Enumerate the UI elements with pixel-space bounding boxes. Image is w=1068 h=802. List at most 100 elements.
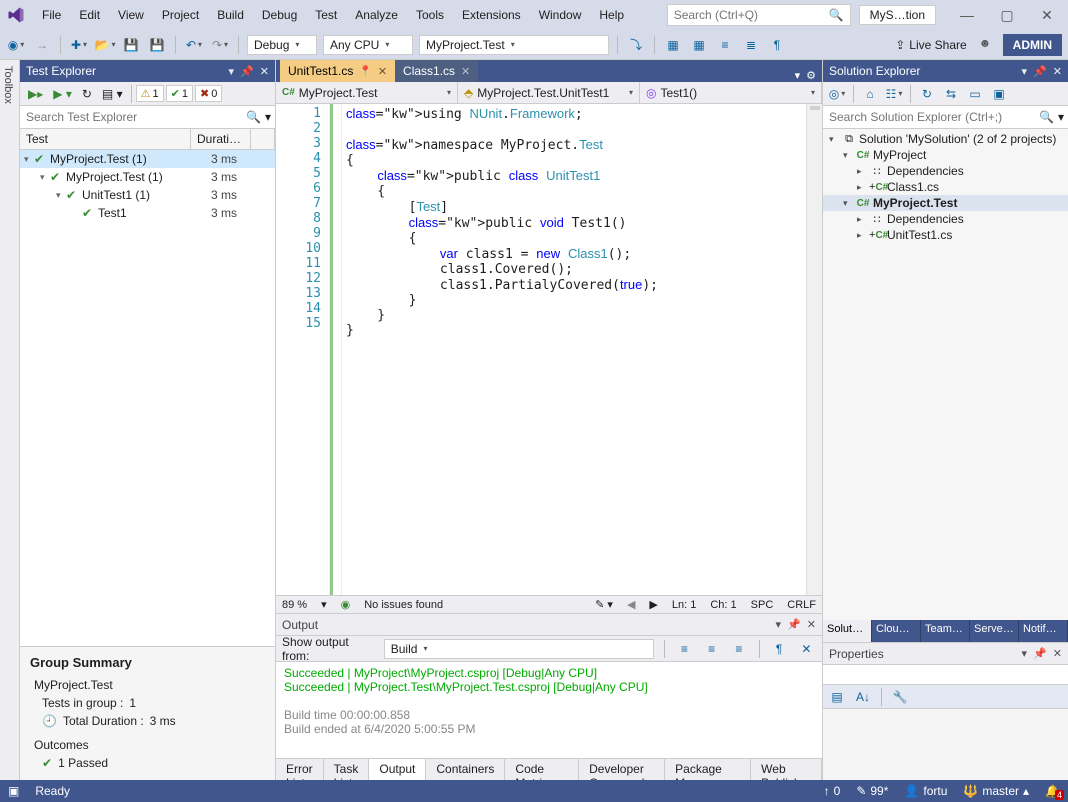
- notifications-button[interactable]: 🔔4: [1045, 784, 1060, 798]
- solution-row[interactable]: ▾C#MyProject: [823, 147, 1068, 163]
- solution-row[interactable]: ▸+C#UnitTest1.cs: [823, 227, 1068, 243]
- menu-build[interactable]: Build: [209, 4, 252, 26]
- out-btn-wrap[interactable]: ¶: [770, 639, 789, 659]
- run-button[interactable]: ▶ ▾: [49, 85, 76, 103]
- se-refresh[interactable]: ↻: [917, 84, 937, 104]
- test-row[interactable]: ✔Test13 ms: [20, 204, 275, 222]
- vertical-scrollbar[interactable]: [806, 104, 822, 595]
- menu-analyze[interactable]: Analyze: [347, 4, 406, 26]
- right-tab[interactable]: Notif…: [1019, 620, 1068, 642]
- right-tab[interactable]: Solut…: [823, 620, 872, 642]
- solution-tree[interactable]: ▾⧉Solution 'MySolution' (2 of 2 projects…: [823, 129, 1068, 620]
- live-share-button[interactable]: ⇪ Live Share: [889, 36, 972, 54]
- dropdown-icon[interactable]: ▾: [1022, 65, 1028, 78]
- upload-count[interactable]: ↑ 0: [824, 784, 841, 798]
- dropdown-icon[interactable]: ▾: [229, 65, 235, 78]
- props-object-combo[interactable]: [823, 665, 1068, 685]
- output-icon[interactable]: ▣: [8, 784, 19, 798]
- se-properties[interactable]: ▣: [989, 84, 1009, 104]
- menu-debug[interactable]: Debug: [254, 4, 305, 26]
- eol-mode[interactable]: CRLF: [787, 599, 816, 611]
- pin-icon[interactable]: 📌: [1033, 647, 1047, 660]
- nav-left-icon[interactable]: ◀: [627, 598, 635, 611]
- output-tab[interactable]: Web Publish Activity: [751, 759, 822, 780]
- solution-name-short[interactable]: MyS…tion: [859, 5, 936, 25]
- out-btn-1[interactable]: ≡: [675, 639, 694, 659]
- pin-icon[interactable]: 📌: [787, 618, 801, 631]
- output-tab[interactable]: Developer Command Pr…: [579, 759, 665, 780]
- output-tab[interactable]: Package Manager Cons…: [665, 759, 751, 780]
- brush-icon[interactable]: ✎ ▾: [595, 598, 613, 611]
- se-search[interactable]: 🔍 ▾: [823, 106, 1068, 129]
- playlist-button[interactable]: ▤ ▾: [98, 85, 127, 103]
- nav-project[interactable]: C#MyProject.Test: [276, 82, 458, 103]
- pass-count[interactable]: ✔1: [166, 85, 193, 102]
- toolitem-3[interactable]: ≡: [715, 35, 735, 55]
- menu-tools[interactable]: Tools: [408, 4, 452, 26]
- se-home-dd[interactable]: ◎: [827, 84, 847, 104]
- wrench-icon[interactable]: 🔧: [890, 687, 910, 707]
- redo-button[interactable]: ↷: [210, 35, 230, 55]
- warn-count[interactable]: ⚠1: [136, 85, 164, 102]
- se-showall[interactable]: ▭: [965, 84, 985, 104]
- minimize-button[interactable]: —: [952, 7, 982, 24]
- user-name[interactable]: 👤 fortu: [904, 784, 947, 798]
- solution-row[interactable]: ▾⧉Solution 'MySolution' (2 of 2 projects…: [823, 131, 1068, 147]
- pin-icon[interactable]: 📌: [1033, 65, 1047, 78]
- save-all-button[interactable]: 💾: [147, 35, 167, 55]
- pin-icon[interactable]: 📌: [240, 65, 254, 78]
- output-tab[interactable]: Output: [369, 759, 426, 780]
- toolitem-1[interactable]: ▦: [663, 35, 683, 55]
- out-btn-2[interactable]: ≡: [702, 639, 721, 659]
- step-into-icon[interactable]: ⤵: [626, 35, 646, 55]
- editor-tab[interactable]: UnitTest1.cs📍✕: [280, 60, 395, 82]
- close-icon[interactable]: ✕: [807, 618, 816, 631]
- code-editor[interactable]: 123456789101112131415 class="kw">using N…: [276, 104, 822, 595]
- global-search[interactable]: 🔍: [667, 4, 851, 26]
- feedback-icon[interactable]: ☻: [979, 36, 997, 54]
- search-input[interactable]: [674, 8, 829, 22]
- menu-view[interactable]: View: [110, 4, 152, 26]
- menu-project[interactable]: Project: [154, 4, 207, 26]
- dropdown-icon[interactable]: ▾: [776, 618, 782, 631]
- solution-row[interactable]: ▾C#MyProject.Test: [823, 195, 1068, 211]
- nav-right-icon[interactable]: ▶: [649, 598, 657, 611]
- dropdown-icon[interactable]: ▾: [1022, 647, 1028, 660]
- ins-mode[interactable]: SPC: [751, 599, 774, 611]
- test-row[interactable]: ▾✔MyProject.Test (1)3 ms: [20, 168, 275, 186]
- col-duration[interactable]: Durati…: [191, 129, 251, 149]
- save-button[interactable]: 💾: [121, 35, 141, 55]
- output-tab[interactable]: Containers: [426, 759, 505, 780]
- menu-extensions[interactable]: Extensions: [454, 4, 529, 26]
- menu-help[interactable]: Help: [591, 4, 632, 26]
- output-tab[interactable]: Code Metrics Results: [505, 759, 579, 780]
- toolitem-4[interactable]: ≣: [741, 35, 761, 55]
- zoom-level[interactable]: 89 %: [282, 599, 307, 611]
- test-tree[interactable]: ▾✔MyProject.Test (1)3 ms▾✔MyProject.Test…: [20, 150, 275, 646]
- open-button[interactable]: 📂: [95, 35, 115, 55]
- output-source-combo[interactable]: Build: [384, 639, 654, 659]
- tab-settings-icon[interactable]: ⚙: [806, 69, 816, 82]
- test-row[interactable]: ▾✔MyProject.Test (1)3 ms: [20, 150, 275, 168]
- editor-tab[interactable]: Class1.cs✕: [395, 60, 478, 82]
- solution-row[interactable]: ▸∷Dependencies: [823, 163, 1068, 179]
- test-search[interactable]: 🔍 ▾: [20, 106, 275, 129]
- undo-button[interactable]: ↶: [184, 35, 204, 55]
- menu-file[interactable]: File: [34, 4, 69, 26]
- right-tab[interactable]: Team…: [921, 620, 970, 642]
- close-button[interactable]: ✕: [1032, 7, 1062, 24]
- close-icon[interactable]: ✕: [1053, 647, 1062, 660]
- menu-test[interactable]: Test: [307, 4, 345, 26]
- config-combo[interactable]: Debug: [247, 35, 317, 55]
- right-tab[interactable]: Serve…: [970, 620, 1019, 642]
- branch-name[interactable]: 🔱 master ▴: [963, 784, 1029, 798]
- toolitem-5[interactable]: ¶: [767, 35, 787, 55]
- repeat-button[interactable]: ↻: [78, 85, 96, 103]
- solution-row[interactable]: ▸+C#Class1.cs: [823, 179, 1068, 195]
- forward-button[interactable]: →: [32, 35, 52, 55]
- output-body[interactable]: Succeeded | MyProject\MyProject.csproj […: [276, 662, 822, 758]
- test-row[interactable]: ▾✔UnitTest1 (1)3 ms: [20, 186, 275, 204]
- dropdown-icon[interactable]: ▾: [1058, 110, 1064, 124]
- test-search-input[interactable]: [24, 108, 246, 126]
- solution-row[interactable]: ▸∷Dependencies: [823, 211, 1068, 227]
